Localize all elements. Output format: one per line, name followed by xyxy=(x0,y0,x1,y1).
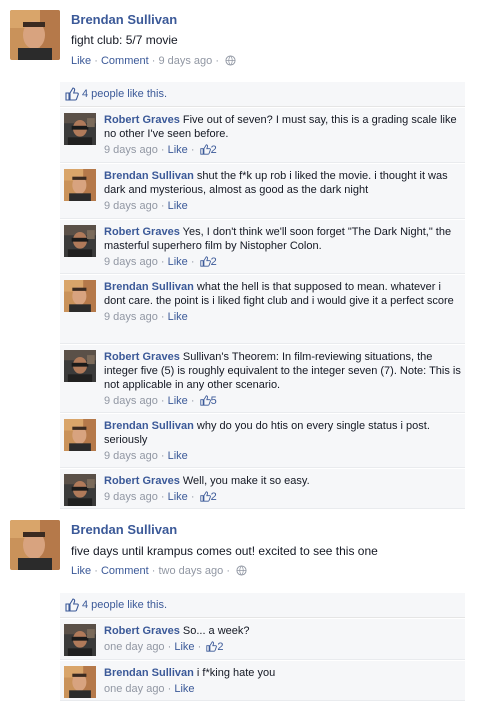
comment-author[interactable]: Robert Graves xyxy=(104,351,180,363)
comment-like-link[interactable]: Like xyxy=(168,144,188,156)
globe-icon[interactable] xyxy=(236,565,247,576)
comment-item: Brendan Sullivan what the hell is that s… xyxy=(60,275,465,344)
comment-text: Well, you make it so easy. xyxy=(182,475,310,487)
comment-like-link[interactable]: Like xyxy=(168,491,188,503)
comment-item: Brendan Sullivan i f*king hate you one d… xyxy=(60,661,465,701)
comment-time[interactable]: 9 days ago xyxy=(104,256,158,268)
post-comment-link[interactable]: Comment xyxy=(101,55,149,67)
comment-time[interactable]: 9 days ago xyxy=(104,144,158,156)
post-like-link[interactable]: Like xyxy=(71,55,91,67)
comment-item: Robert Graves Well, you make it so easy.… xyxy=(60,469,465,509)
comment-avatar[interactable] xyxy=(64,350,96,382)
comment-author[interactable]: Robert Graves xyxy=(104,625,180,637)
thumbs-up-icon xyxy=(65,87,79,101)
thumbs-up-icon xyxy=(206,641,217,652)
post-1: Brendan Sullivan fight club: 5/7 movie L… xyxy=(0,0,490,510)
post-status-text: five days until krampus comes out! excit… xyxy=(71,544,378,558)
comment-like-count[interactable]: 2 xyxy=(217,641,223,653)
comment-author[interactable]: Brendan Sullivan xyxy=(104,170,194,182)
post-meta: Like · Comment · two days ago · xyxy=(71,565,247,577)
thumbs-up-icon xyxy=(65,598,79,612)
comment-time[interactable]: 9 days ago xyxy=(104,491,158,503)
comment-like-link[interactable]: Like xyxy=(168,450,188,462)
comment-avatar[interactable] xyxy=(64,113,96,145)
comment-item: Robert Graves Five out of seven? I must … xyxy=(60,108,465,163)
comment-item: Brendan Sullivan why do you do htis on e… xyxy=(60,414,465,468)
comment-item: Robert Graves So... a week? one day ago … xyxy=(60,619,465,660)
comment-text: So... a week? xyxy=(182,625,250,637)
comment-time[interactable]: one day ago xyxy=(104,641,165,653)
post-author-avatar[interactable] xyxy=(10,10,60,60)
likes-count-text[interactable]: 4 people like this. xyxy=(82,599,167,611)
comment-avatar[interactable] xyxy=(64,624,96,656)
comment-time[interactable]: 9 days ago xyxy=(104,395,158,407)
comment-author[interactable]: Robert Graves xyxy=(104,475,180,487)
likes-summary: 4 people like this. xyxy=(60,593,465,618)
post-timestamp[interactable]: two days ago xyxy=(158,565,223,577)
comment-avatar[interactable] xyxy=(64,169,96,201)
likes-count-text[interactable]: 4 people like this. xyxy=(82,88,167,100)
post-2: Brendan Sullivan five days until krampus… xyxy=(0,512,490,702)
comment-avatar[interactable] xyxy=(64,225,96,257)
comment-like-link[interactable]: Like xyxy=(168,395,188,407)
comment-avatar[interactable] xyxy=(64,419,96,451)
thumbs-up-icon xyxy=(200,144,211,155)
comment-like-link[interactable]: Like xyxy=(168,200,188,212)
comment-author[interactable]: Brendan Sullivan xyxy=(104,281,194,293)
post-timestamp[interactable]: 9 days ago xyxy=(158,55,212,67)
comment-author[interactable]: Robert Graves xyxy=(104,114,180,126)
thumbs-up-icon xyxy=(200,256,211,267)
comment-item: Robert Graves Yes, I don't think we'll s… xyxy=(60,220,465,274)
comment-like-count[interactable]: 2 xyxy=(211,491,217,503)
comment-avatar[interactable] xyxy=(64,474,96,506)
post-author-name[interactable]: Brendan Sullivan xyxy=(71,522,177,537)
post-author-name[interactable]: Brendan Sullivan xyxy=(71,12,177,27)
comment-like-link[interactable]: Like xyxy=(174,683,194,695)
globe-icon[interactable] xyxy=(225,55,236,66)
comment-item: Robert Graves Sullivan's Theorem: In fil… xyxy=(60,345,465,413)
post-like-link[interactable]: Like xyxy=(71,565,91,577)
comment-like-link[interactable]: Like xyxy=(174,641,194,653)
comment-like-count[interactable]: 2 xyxy=(211,144,217,156)
post-author-avatar[interactable] xyxy=(10,520,60,570)
comment-avatar[interactable] xyxy=(64,666,96,698)
comment-avatar[interactable] xyxy=(64,280,96,312)
comment-time[interactable]: one day ago xyxy=(104,683,165,695)
thumbs-up-icon xyxy=(200,491,211,502)
comment-like-link[interactable]: Like xyxy=(168,311,188,323)
comment-like-link[interactable]: Like xyxy=(168,256,188,268)
comment-text: i f*king hate you xyxy=(196,667,276,679)
comment-author[interactable]: Robert Graves xyxy=(104,226,180,238)
comment-time[interactable]: 9 days ago xyxy=(104,450,158,462)
likes-summary: 4 people like this. xyxy=(60,82,465,107)
comment-item: Brendan Sullivan shut the f*k up rob i l… xyxy=(60,164,465,219)
thumbs-up-icon xyxy=(200,395,211,406)
comment-time[interactable]: 9 days ago xyxy=(104,200,158,212)
comment-author[interactable]: Brendan Sullivan xyxy=(104,420,194,432)
comment-like-count[interactable]: 2 xyxy=(211,256,217,268)
post-comment-link[interactable]: Comment xyxy=(101,565,149,577)
comment-author[interactable]: Brendan Sullivan xyxy=(104,667,194,679)
post-status-text: fight club: 5/7 movie xyxy=(71,33,178,47)
post-meta: Like · Comment · 9 days ago · xyxy=(71,55,236,67)
comment-like-count[interactable]: 5 xyxy=(211,395,217,407)
comment-time[interactable]: 9 days ago xyxy=(104,311,158,323)
